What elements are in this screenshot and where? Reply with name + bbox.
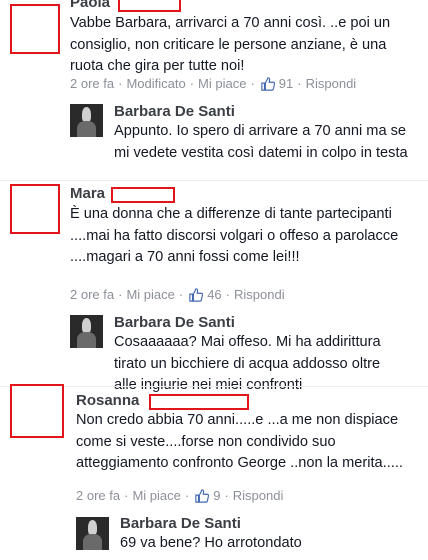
timestamp[interactable]: 2 ore fa	[76, 488, 120, 503]
meta-separator: ·	[224, 488, 229, 503]
like-count: 91	[278, 76, 294, 91]
avatar[interactable]	[70, 315, 103, 348]
thumbs-up-icon[interactable]	[189, 287, 204, 302]
commenter-name[interactable]: Mara	[70, 185, 105, 202]
meta-separator: ·	[118, 76, 123, 91]
reply-author-name[interactable]: Barbara De Santi	[114, 103, 235, 120]
reply-link[interactable]: Rispondi	[306, 76, 357, 91]
like-link[interactable]: Mi piace	[126, 287, 174, 302]
avatar[interactable]	[70, 104, 103, 137]
reply-text: Appunto. Io spero di arrivare a 70 anni …	[114, 123, 408, 161]
comment-text: È una donna che a differenze di tante pa…	[70, 206, 399, 265]
avatar[interactable]	[76, 517, 109, 550]
reply-link[interactable]: Rispondi	[233, 488, 284, 503]
like-count: 46	[207, 287, 222, 302]
thumbs-up-icon[interactable]	[195, 488, 210, 503]
meta-separator: ·	[118, 287, 123, 302]
commenter-name[interactable]: Rosanna	[76, 392, 139, 409]
meta-separator: ·	[184, 488, 190, 503]
commenter-name[interactable]: Paola	[70, 0, 110, 11]
divider	[0, 386, 428, 387]
thumbs-up-icon[interactable]	[261, 76, 275, 91]
meta-separator: ·	[124, 488, 129, 503]
meta-separator: ·	[178, 287, 184, 302]
comment-meta: 2 ore fa · Mi piace · 9 · Rispondi	[76, 488, 283, 503]
like-count: 9	[213, 488, 221, 503]
divider	[0, 180, 428, 181]
comment-text: Non credo abbia 70 anni.....e ...a me no…	[76, 412, 403, 471]
comment-meta: 2 ore fa · Modificato · Mi piace · 91 · …	[70, 76, 356, 91]
reply-text: 69 va bene? Ho arrotondato	[120, 535, 302, 551]
comment-meta: 2 ore fa · Mi piace · 46 · Rispondi	[70, 287, 285, 302]
timestamp[interactable]: 2 ore fa	[70, 76, 114, 91]
reply-author-name[interactable]: Barbara De Santi	[114, 314, 235, 331]
meta-separator: ·	[189, 76, 195, 91]
name-redaction-box	[118, 0, 181, 12]
avatar-redacted	[10, 184, 60, 234]
reply-author-name[interactable]: Barbara De Santi	[120, 515, 241, 532]
avatar-redacted	[10, 4, 60, 54]
meta-separator: ·	[250, 76, 255, 91]
name-redaction-box	[111, 187, 175, 203]
name-redaction-box	[149, 394, 249, 410]
edited-label[interactable]: Modificato	[126, 76, 185, 91]
meta-separator: ·	[297, 76, 302, 91]
meta-separator: ·	[225, 287, 231, 302]
like-link[interactable]: Mi piace	[132, 488, 180, 503]
like-link[interactable]: Mi piace	[198, 76, 246, 91]
timestamp[interactable]: 2 ore fa	[70, 287, 114, 302]
comment-text: Vabbe Barbara, arrivarci a 70 anni così.…	[70, 15, 391, 74]
reply-link[interactable]: Rispondi	[234, 287, 285, 302]
avatar-redacted	[10, 384, 64, 438]
